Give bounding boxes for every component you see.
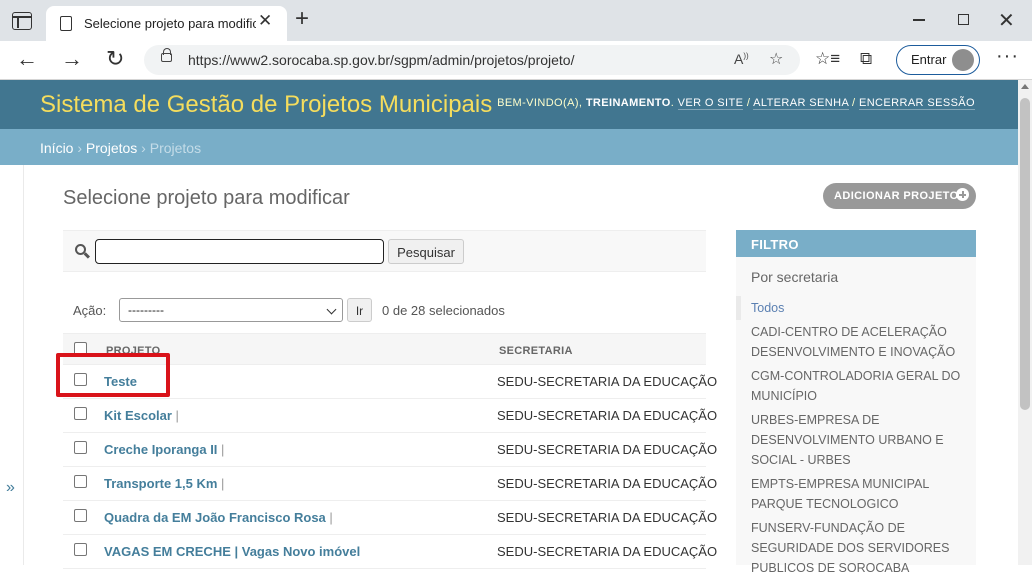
- secretaria-cell: SEDU-SECRETARIA DA EDUCAÇÃO: [497, 476, 718, 491]
- table-row: Transporte 1,5 Km | SEDU-SECRETARIA DA E…: [63, 467, 717, 501]
- secretaria-cell: SEDU-SECRETARIA DA EDUCAÇÃO: [497, 408, 718, 423]
- filter-item[interactable]: EMPTS-EMPRESA MUNICIPAL PARQUE TECNOLOGI…: [736, 472, 976, 516]
- new-tab-icon[interactable]: +: [295, 7, 309, 31]
- filter-subtitle: Por secretaria: [751, 269, 839, 285]
- favorites-icon[interactable]: ☆≡: [815, 49, 840, 69]
- minimize-icon[interactable]: [913, 19, 925, 21]
- row-checkbox[interactable]: [74, 543, 87, 556]
- scroll-up-icon[interactable]: [1021, 84, 1029, 89]
- view-site-link[interactable]: Ver o site: [677, 97, 744, 110]
- tab-title: Selecione projeto para modificar: [84, 16, 256, 31]
- refresh-icon[interactable]: ↻: [106, 47, 124, 71]
- username: TREINAMENTO: [585, 97, 671, 109]
- project-link[interactable]: Creche Iporanga II |: [104, 442, 224, 457]
- breadcrumb-app[interactable]: Projetos: [86, 140, 137, 156]
- table-row: Kit Escolar | SEDU-SECRETARIA DA EDUCAÇÃ…: [63, 399, 717, 433]
- filter-item-todos[interactable]: Todos: [736, 296, 976, 320]
- row-checkbox[interactable]: [74, 441, 87, 454]
- actions-bar: Ação: --------- Ir 0 de 28 selecionados: [63, 293, 706, 325]
- plus-icon: [956, 188, 969, 201]
- action-select[interactable]: ---------: [119, 298, 343, 322]
- back-icon[interactable]: ←: [16, 47, 38, 71]
- add-project-label: ADICIONAR PROJETO: [834, 190, 959, 202]
- url-bar[interactable]: https://www2.sorocaba.sp.gov.br/sgpm/adm…: [144, 45, 800, 75]
- secretaria-cell: SEDU-SECRETARIA DA EDUCAÇÃO: [497, 544, 718, 559]
- forward-icon[interactable]: →: [61, 47, 83, 71]
- close-tab-icon[interactable]: ✕: [258, 11, 272, 31]
- scroll-thumb[interactable]: [1020, 98, 1030, 410]
- window-close-icon[interactable]: ✕: [998, 8, 1015, 33]
- more-options-icon[interactable]: ···: [996, 45, 1019, 68]
- action-select-value: ---------: [128, 303, 164, 317]
- breadcrumb: Início › Projetos › Projetos: [0, 129, 1018, 165]
- read-aloud-icon[interactable]: A)): [734, 51, 749, 67]
- filter-item[interactable]: FUNSERV-FUNDAÇÃO DE SEGURIDADE DOS SERVI…: [736, 516, 976, 580]
- filter-item[interactable]: URBES-EMPRESA DE DESENVOLVIMENTO URBANO …: [736, 408, 976, 472]
- page-icon: [60, 16, 72, 31]
- workspaces-icon[interactable]: [12, 12, 32, 30]
- add-project-button[interactable]: ADICIONAR PROJETO: [823, 183, 976, 209]
- admin-header: Sistema de Gestão de Projetos Municipais…: [0, 80, 1018, 129]
- filter-item[interactable]: CADI-CENTRO DE ACELERAÇÃO DESENVOLVIMENT…: [736, 320, 976, 364]
- lock-icon[interactable]: [161, 48, 172, 62]
- project-link[interactable]: Quadra da EM João Francisco Rosa |: [104, 510, 333, 525]
- browser-tab[interactable]: Selecione projeto para modificar: [46, 6, 287, 41]
- breadcrumb-home[interactable]: Início: [40, 140, 73, 156]
- search-toolbar: Pesquisar: [63, 230, 706, 272]
- secretaria-cell: SEDU-SECRETARIA DA EDUCAÇÃO: [497, 442, 718, 457]
- column-header-secretaria[interactable]: SECRETARIA: [499, 345, 573, 357]
- scrollbar[interactable]: [1018, 80, 1032, 565]
- sign-in-label: Entrar: [911, 52, 947, 67]
- sign-in-button[interactable]: Entrar: [896, 45, 980, 75]
- page-title: Selecione projeto para modificar: [63, 187, 350, 209]
- table-row: VAGAS EM CRECHE | Vagas Novo imóvel SEDU…: [63, 535, 717, 569]
- row-checkbox[interactable]: [74, 475, 87, 488]
- add-favorite-icon[interactable]: ☆: [769, 49, 783, 69]
- filter-list: Todos CADI-CENTRO DE ACELERAÇÃO DESENVOL…: [736, 296, 976, 580]
- address-toolbar: ← → ↻ https://www2.sorocaba.sp.gov.br/sg…: [0, 41, 1032, 80]
- change-password-link[interactable]: Alterar senha: [753, 97, 849, 110]
- browser-tab-strip: Selecione projeto para modificar ✕ + ✕: [0, 0, 1032, 41]
- url-text[interactable]: https://www2.sorocaba.sp.gov.br/sgpm/adm…: [188, 52, 574, 68]
- search-icon: [75, 244, 86, 255]
- row-checkbox[interactable]: [74, 407, 87, 420]
- welcome-text: Bem-vindo(a),: [497, 97, 583, 109]
- project-link[interactable]: Kit Escolar |: [104, 408, 179, 423]
- nav-sidebar-toggle[interactable]: »: [0, 165, 24, 565]
- chevron-down-icon: [326, 304, 337, 315]
- go-button[interactable]: Ir: [347, 298, 372, 322]
- user-tools: Bem-vindo(a), TREINAMENTO. Ver o site / …: [497, 97, 975, 110]
- breadcrumb-current: Projetos: [149, 140, 202, 156]
- filter-title: FILTRO: [751, 237, 799, 252]
- selection-counter: 0 de 28 selecionados: [382, 303, 505, 318]
- maximize-icon[interactable]: [958, 14, 969, 25]
- filter-panel: FILTRO Por secretaria Todos CADI-CENTRO …: [736, 230, 976, 575]
- filter-header: FILTRO: [736, 230, 976, 257]
- expand-sidebar-icon[interactable]: »: [6, 479, 15, 497]
- secretaria-cell: SEDU-SECRETARIA DA EDUCAÇÃO: [497, 374, 718, 389]
- project-link[interactable]: Transporte 1,5 Km |: [104, 476, 224, 491]
- filter-item[interactable]: CGM-CONTROLADORIA GERAL DO MUNICÍPIO: [736, 364, 976, 408]
- row-checkbox[interactable]: [74, 509, 87, 522]
- search-button[interactable]: Pesquisar: [388, 239, 464, 264]
- avatar: [952, 49, 974, 71]
- secretaria-cell: SEDU-SECRETARIA DA EDUCAÇÃO: [497, 510, 718, 525]
- highlight-box: [56, 353, 170, 397]
- search-input[interactable]: [95, 239, 384, 264]
- logout-link[interactable]: Encerrar sessão: [858, 97, 975, 110]
- site-brand[interactable]: Sistema de Gestão de Projetos Municipais: [40, 91, 492, 119]
- project-link[interactable]: VAGAS EM CRECHE | Vagas Novo imóvel: [104, 544, 360, 559]
- table-row: Quadra da EM João Francisco Rosa | SEDU-…: [63, 501, 717, 535]
- action-label: Ação:: [73, 303, 107, 318]
- table-row: Creche Iporanga II | SEDU-SECRETARIA DA …: [63, 433, 717, 467]
- collections-icon[interactable]: ⧉: [860, 49, 872, 69]
